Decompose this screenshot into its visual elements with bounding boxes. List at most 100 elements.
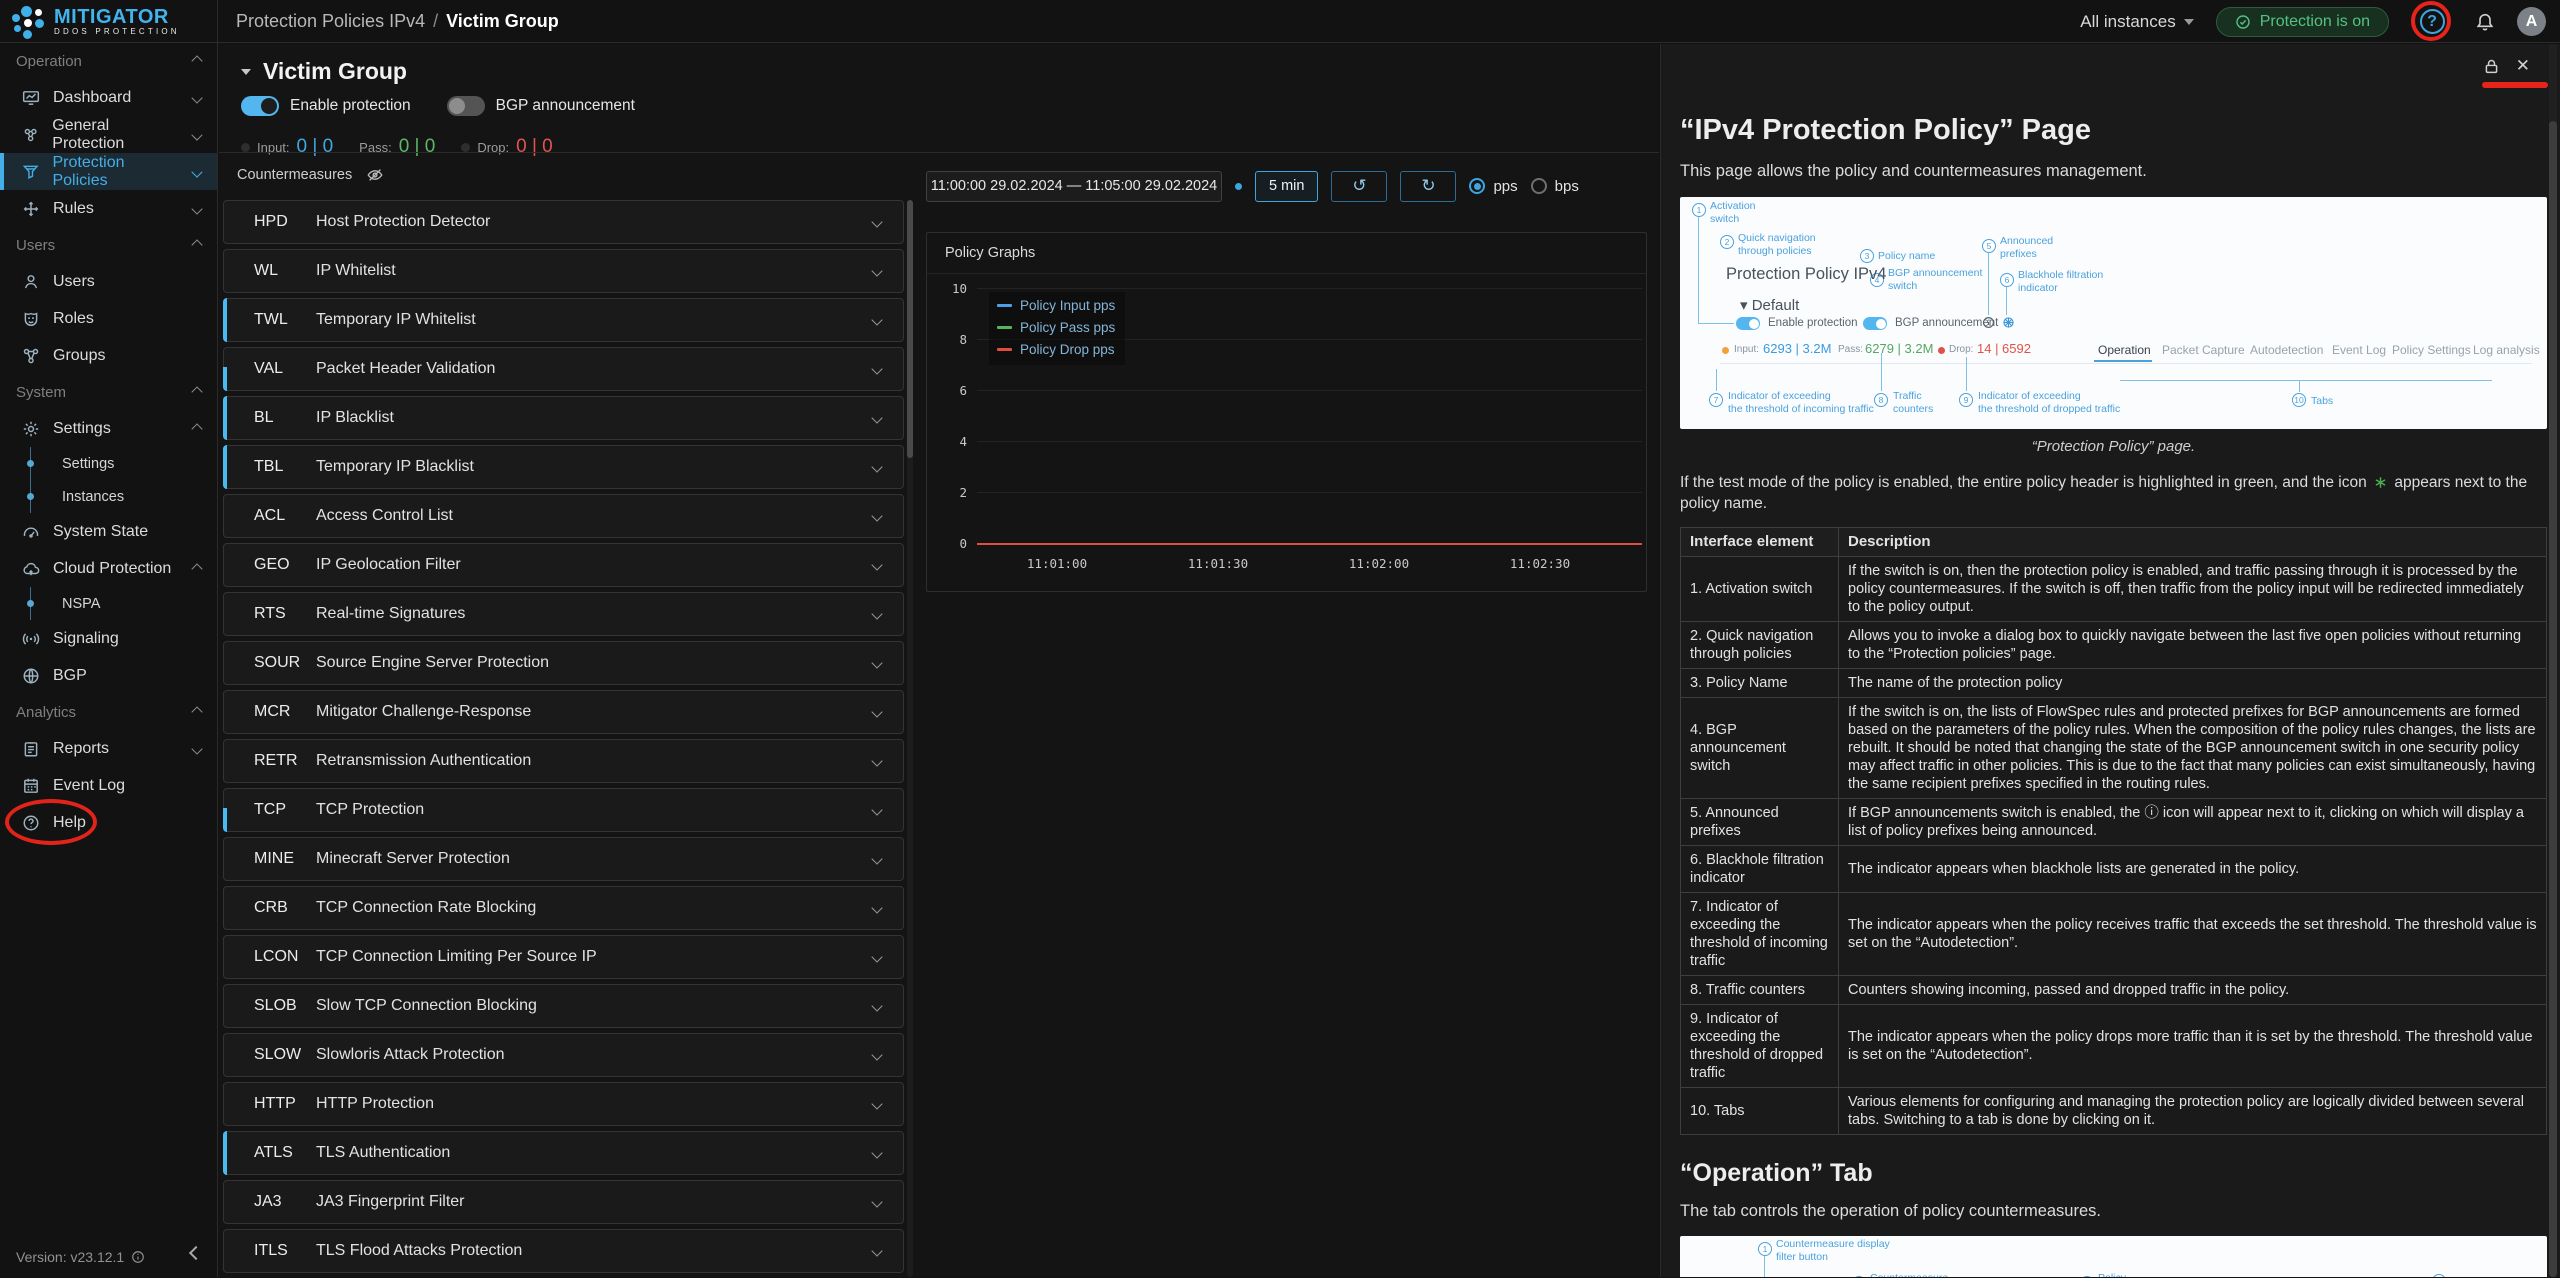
x-axis-tick: 11:01:30 [1188,556,1248,571]
sidebar-item-settings[interactable]: Settings [0,410,217,447]
countermeasure-itls[interactable]: ITLSTLS Flood Attacks Protection [223,1229,904,1273]
cm-name: Slowloris Attack Protection [316,1046,505,1064]
sidebar-item-event-log[interactable]: Event Log [0,767,217,804]
avatar[interactable]: A [2517,7,2546,36]
cm-name: Minecraft Server Protection [316,850,510,868]
protection-status-badge[interactable]: Protection is on [2216,7,2389,37]
breadcrumb-current: Victim Group [446,11,559,32]
sidebar-item-help[interactable]: Help [0,804,217,841]
countermeasure-hpd[interactable]: HPDHost Protection Detector [223,200,904,244]
countermeasure-wl[interactable]: WLIP Whitelist [223,249,904,293]
sidebar-item-cloud-protection[interactable]: Cloud Protection [0,550,217,587]
chevron-up-icon [191,239,202,250]
annotation-circle: 3 [1860,249,1874,263]
table-row: 8. Traffic countersCounters showing inco… [1681,976,2547,1005]
cm-code: HPD [224,213,316,231]
sidebar-item-general-protection[interactable]: General Protection [0,116,217,153]
countermeasure-acl[interactable]: ACLAccess Control List [223,494,904,538]
chevron-down-icon [871,314,882,325]
sidebar-item-label: General Protection [52,117,180,153]
info-icon[interactable] [131,1250,145,1264]
sidebar-section-system[interactable]: System [0,374,217,410]
breadcrumb-section[interactable]: Protection Policies IPv4 [236,11,425,32]
app-logo[interactable]: MITIGATOR DDOS PROTECTION [0,0,218,43]
cm-code: LCON [224,948,316,966]
time-preset-button[interactable]: 5 min [1255,171,1318,202]
annotation-line [1698,217,1699,323]
redo-button[interactable]: ↻ [1400,171,1456,202]
countermeasure-rts[interactable]: RTSReal-time Signatures [223,592,904,636]
countermeasure-twl[interactable]: TWLTemporary IP Whitelist [223,298,904,342]
cm-name: IP Blacklist [316,409,394,427]
sidebar-section-analytics[interactable]: Analytics [0,694,217,730]
interface-elements-table: Interface element Description 1. Activat… [1680,527,2547,1135]
breadcrumb-separator: / [433,11,438,32]
cm-name: Packet Header Validation [316,360,495,378]
instances-dropdown[interactable]: All instances [2080,12,2193,32]
time-range-input[interactable]: 11:00:00 29.02.2024 — 11:05:00 29.02.202… [926,171,1222,202]
help-image-policy-page: 1 Activation switch 2 Quick navigation t… [1680,197,2547,429]
sidebar-item-signaling[interactable]: Signaling [0,620,217,657]
countermeasure-retr[interactable]: RETRRetransmission Authentication [223,739,904,783]
lock-icon[interactable] [2483,58,2500,75]
legend-item-input[interactable]: Policy Input pps [997,298,1115,313]
countermeasure-crb[interactable]: CRBTCP Connection Rate Blocking [223,886,904,930]
general-protection-icon [22,126,39,144]
policy-graph-chart[interactable]: 10 8 6 4 2 0 11:01:00 11:01:30 11:02:00 … [977,288,1642,544]
sidebar-item-label: Groups [53,347,105,365]
bps-radio[interactable]: bps [1531,178,1579,195]
countermeasure-http[interactable]: HTTPHTTP Protection [223,1082,904,1126]
countermeasure-tcp[interactable]: TCPTCP Protection [223,788,904,832]
close-icon[interactable]: ✕ [2516,56,2530,76]
chevron-up-icon [191,706,202,717]
sidebar-collapse-button[interactable] [191,1245,201,1263]
countermeasure-ja3[interactable]: JA3JA3 Fingerprint Filter [223,1180,904,1224]
sidebar-item-dashboard[interactable]: Dashboard [0,79,217,116]
countermeasure-mcr[interactable]: MCRMitigator Challenge-Response [223,690,904,734]
help-scrollbar[interactable] [2549,44,2557,1277]
threshold-indicator-icon [241,143,250,152]
sidebar-item-users[interactable]: Users [0,263,217,300]
legend-item-drop[interactable]: Policy Drop pps [997,342,1115,357]
sidebar-item-system-state[interactable]: System State [0,513,217,550]
countermeasure-mine[interactable]: MINEMinecraft Server Protection [223,837,904,881]
sidebar-item-protection-policies[interactable]: Protection Policies [0,153,217,190]
countermeasure-atls[interactable]: ATLSTLS Authentication [223,1131,904,1175]
bgp-announcement-toggle[interactable] [447,96,485,116]
legend-item-pass[interactable]: Policy Pass pps [997,320,1115,335]
scrollbar[interactable] [907,200,913,1277]
collapse-triangle-icon[interactable] [241,69,251,75]
sidebar-item-label: Settings [53,420,111,438]
sidebar-item-bgp[interactable]: BGP [0,657,217,694]
sidebar-subitem-nspa[interactable]: NSPA [0,587,217,620]
sidebar-subitem-settings[interactable]: Settings [0,447,217,480]
cm-code: GEO [224,556,316,574]
bps-label: bps [1555,178,1579,195]
img-divider [1720,363,2532,364]
img-input-value: 6293 | 3.2M [1763,341,1831,356]
countermeasure-tbl[interactable]: TBLTemporary IP Blacklist [223,445,904,489]
sidebar-subitem-instances[interactable]: Instances [0,480,217,513]
bell-icon[interactable] [2475,12,2495,32]
countermeasure-geo[interactable]: GEOIP Geolocation Filter [223,543,904,587]
sidebar-item-rules[interactable]: Rules [0,190,217,227]
chevron-down-icon [871,559,882,570]
sidebar-item-roles[interactable]: Roles [0,300,217,337]
scrollbar-thumb[interactable] [2549,121,2557,1277]
scrollbar-thumb[interactable] [907,200,913,458]
undo-button[interactable]: ↺ [1331,171,1387,202]
countermeasure-bl[interactable]: BLIP Blacklist [223,396,904,440]
sidebar-section-users[interactable]: Users [0,227,217,263]
countermeasure-val[interactable]: VALPacket Header Validation [223,347,904,391]
sidebar-item-groups[interactable]: Groups [0,337,217,374]
countermeasure-sour[interactable]: SOURSource Engine Server Protection [223,641,904,685]
countermeasure-lcon[interactable]: LCONTCP Connection Limiting Per Source I… [223,935,904,979]
pps-radio[interactable]: pps [1469,178,1517,195]
sidebar-section-operation[interactable]: Operation [0,43,217,79]
eye-off-icon[interactable] [366,166,384,184]
countermeasure-slob[interactable]: SLOBSlow TCP Connection Blocking [223,984,904,1028]
countermeasure-slow[interactable]: SLOWSlowloris Attack Protection [223,1033,904,1077]
enable-protection-toggle[interactable] [241,96,279,116]
annotation-circle: 2 [1720,235,1734,249]
sidebar-item-reports[interactable]: Reports [0,730,217,767]
